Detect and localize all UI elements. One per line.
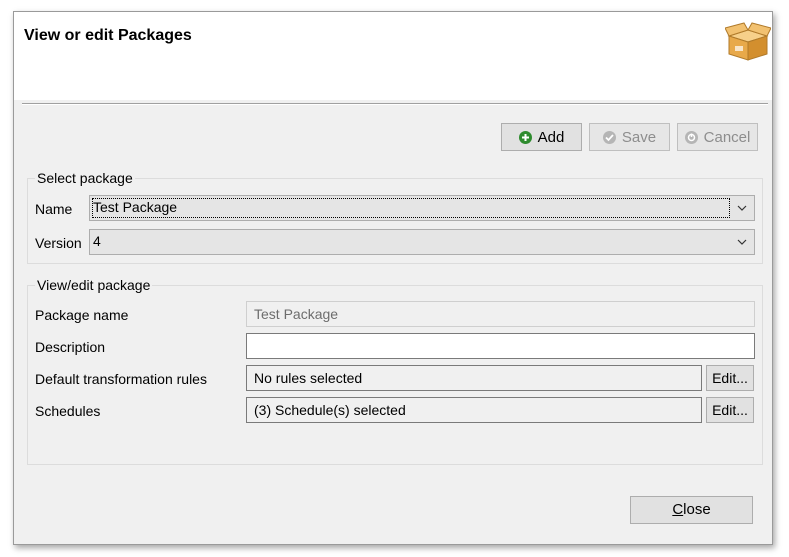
close-mnemonic: C xyxy=(672,501,684,518)
check-circle-icon xyxy=(602,130,616,144)
package-box-icon xyxy=(725,22,771,61)
cancel-circle-icon xyxy=(684,130,698,144)
cancel-button[interactable]: Cancel xyxy=(677,123,758,151)
description-field[interactable] xyxy=(246,333,755,359)
schedules-field: (3) Schedule(s) selected xyxy=(246,397,702,423)
edit-package-legend: View/edit package xyxy=(35,277,153,293)
rules-field: No rules selected xyxy=(246,365,702,391)
version-select[interactable]: 4 xyxy=(89,229,755,255)
view-edit-packages-dialog: View or edit Packages Add Save Cancel Se… xyxy=(13,11,773,545)
save-button[interactable]: Save xyxy=(589,123,670,151)
edit-schedules-button[interactable]: Edit... xyxy=(706,397,754,423)
rules-label: Default transformation rules xyxy=(35,371,207,387)
name-select-focus-rect xyxy=(92,198,730,218)
close-button[interactable]: Close xyxy=(630,496,753,524)
add-button[interactable]: Add xyxy=(501,123,582,151)
chevron-down-icon xyxy=(737,239,747,245)
dialog-header: View or edit Packages xyxy=(14,12,772,100)
plus-circle-icon xyxy=(518,130,532,144)
name-select-value: Test Package xyxy=(93,199,178,215)
schedules-label: Schedules xyxy=(35,403,101,419)
select-package-legend: Select package xyxy=(35,170,135,186)
version-label: Version xyxy=(35,235,82,251)
package-name-field[interactable]: Test Package xyxy=(246,301,755,327)
version-select-value: 4 xyxy=(93,233,101,249)
name-label: Name xyxy=(35,201,73,217)
description-label: Description xyxy=(35,339,106,355)
add-button-label: Add xyxy=(537,128,565,146)
dialog-title: View or edit Packages xyxy=(24,27,192,44)
package-name-label: Package name xyxy=(35,307,129,323)
chevron-down-icon xyxy=(737,205,747,211)
save-button-label: Save xyxy=(621,128,657,146)
close-button-label: lose xyxy=(683,501,711,518)
edit-rules-button[interactable]: Edit... xyxy=(706,365,754,391)
header-separator-highlight xyxy=(22,104,768,105)
name-select[interactable]: Test Package xyxy=(89,195,755,221)
cancel-button-label: Cancel xyxy=(703,128,751,146)
